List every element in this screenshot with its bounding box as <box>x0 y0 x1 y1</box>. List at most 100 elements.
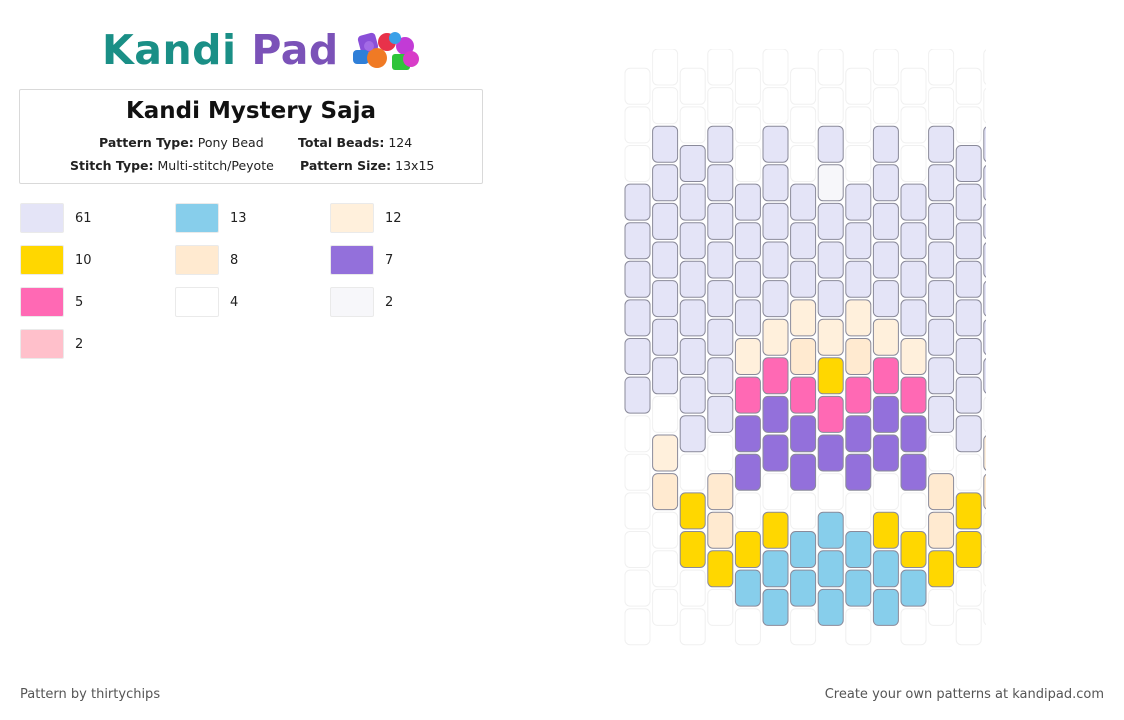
empty-bead-slot <box>845 67 872 105</box>
bead <box>679 415 706 453</box>
bead <box>983 165 986 201</box>
bead <box>845 299 872 337</box>
bead <box>679 376 706 414</box>
bead <box>790 415 817 453</box>
bead <box>762 357 789 395</box>
bead <box>845 415 872 453</box>
bead <box>845 376 872 414</box>
empty-bead-slot <box>845 106 872 144</box>
bead <box>790 222 817 260</box>
bead <box>845 531 872 568</box>
bead <box>679 222 706 260</box>
bead <box>900 531 927 568</box>
bead <box>734 222 761 260</box>
bead <box>872 280 899 318</box>
empty-bead-slot <box>679 106 706 144</box>
kandipad-promo-link[interactable]: Create your own patterns at kandipad.com <box>825 687 1104 702</box>
empty-bead-slot <box>707 49 734 86</box>
bead <box>707 164 734 202</box>
bead <box>762 164 789 202</box>
bead <box>790 531 817 568</box>
bead <box>707 473 734 511</box>
bead <box>928 473 955 511</box>
logo-wordmark: Kandi Pad <box>102 26 339 74</box>
bead <box>928 318 955 356</box>
bead <box>928 550 955 588</box>
empty-bead-slot <box>790 106 817 144</box>
bead-count: 12 <box>385 210 402 226</box>
bead <box>955 222 982 260</box>
bead <box>845 260 872 298</box>
empty-bead-slot <box>955 608 982 646</box>
bead-count: 2 <box>75 336 84 352</box>
total-beads-row: Total Beads: 124 <box>298 135 412 150</box>
empty-bead-slot <box>652 49 679 86</box>
bead <box>845 338 872 375</box>
empty-bead-slot <box>624 608 651 646</box>
empty-bead-slot <box>983 551 986 587</box>
bead <box>928 241 955 279</box>
kandipad-logo[interactable]: Kandi Pad <box>102 24 425 76</box>
bead <box>872 550 899 588</box>
empty-bead-slot <box>900 145 927 182</box>
bead <box>734 299 761 337</box>
bead <box>652 241 679 279</box>
bead-pattern-grid <box>624 49 986 646</box>
empty-bead-slot <box>928 588 955 626</box>
bead <box>928 511 955 549</box>
bead <box>624 376 651 414</box>
bead <box>679 299 706 337</box>
bead <box>955 376 982 414</box>
empty-bead-slot <box>624 145 651 182</box>
bead <box>734 453 761 491</box>
pattern-title: Kandi Mystery Saja <box>125 98 377 124</box>
bead <box>707 241 734 279</box>
bead <box>900 338 927 375</box>
bead <box>845 183 872 221</box>
empty-bead-slot <box>790 492 817 530</box>
empty-bead-slot <box>679 67 706 105</box>
bead <box>734 531 761 568</box>
bead <box>845 222 872 260</box>
logo-kandi-text: Kandi <box>102 26 237 74</box>
bead <box>983 473 986 510</box>
bead <box>762 550 789 588</box>
pattern-info-card: Kandi Mystery Saja Pattern Type: Pony Bea… <box>19 89 483 184</box>
bead <box>872 511 899 549</box>
bead <box>707 550 734 588</box>
bead <box>652 280 679 318</box>
bead <box>900 222 927 260</box>
empty-bead-slot <box>872 473 899 511</box>
bead <box>872 395 899 433</box>
bead <box>790 376 817 414</box>
empty-bead-slot <box>762 49 789 86</box>
bead <box>707 357 734 395</box>
empty-bead-slot <box>928 49 955 86</box>
empty-bead-slot <box>652 87 679 125</box>
bead <box>872 434 899 472</box>
color-swatch <box>20 245 64 275</box>
bead <box>762 125 789 163</box>
empty-bead-slot <box>624 415 651 453</box>
bead <box>983 242 986 278</box>
bead <box>707 511 734 549</box>
empty-bead-slot <box>955 453 982 491</box>
bead <box>955 183 982 221</box>
bead <box>734 338 761 375</box>
logo-pad-text: Pad <box>251 26 339 74</box>
bead <box>872 125 899 163</box>
bead-count: 4 <box>230 294 239 310</box>
bead <box>817 511 844 549</box>
bead <box>900 299 927 337</box>
empty-bead-slot <box>652 511 679 549</box>
bead <box>679 492 706 530</box>
legend-item: 2 <box>330 286 393 318</box>
empty-bead-slot <box>734 106 761 144</box>
empty-bead-slot <box>817 473 844 511</box>
empty-bead-slot <box>790 145 817 182</box>
color-swatch <box>20 329 64 359</box>
empty-bead-slot <box>983 589 986 626</box>
empty-bead-slot <box>624 569 651 607</box>
legend-item: 7 <box>330 244 393 276</box>
bead <box>679 531 706 568</box>
